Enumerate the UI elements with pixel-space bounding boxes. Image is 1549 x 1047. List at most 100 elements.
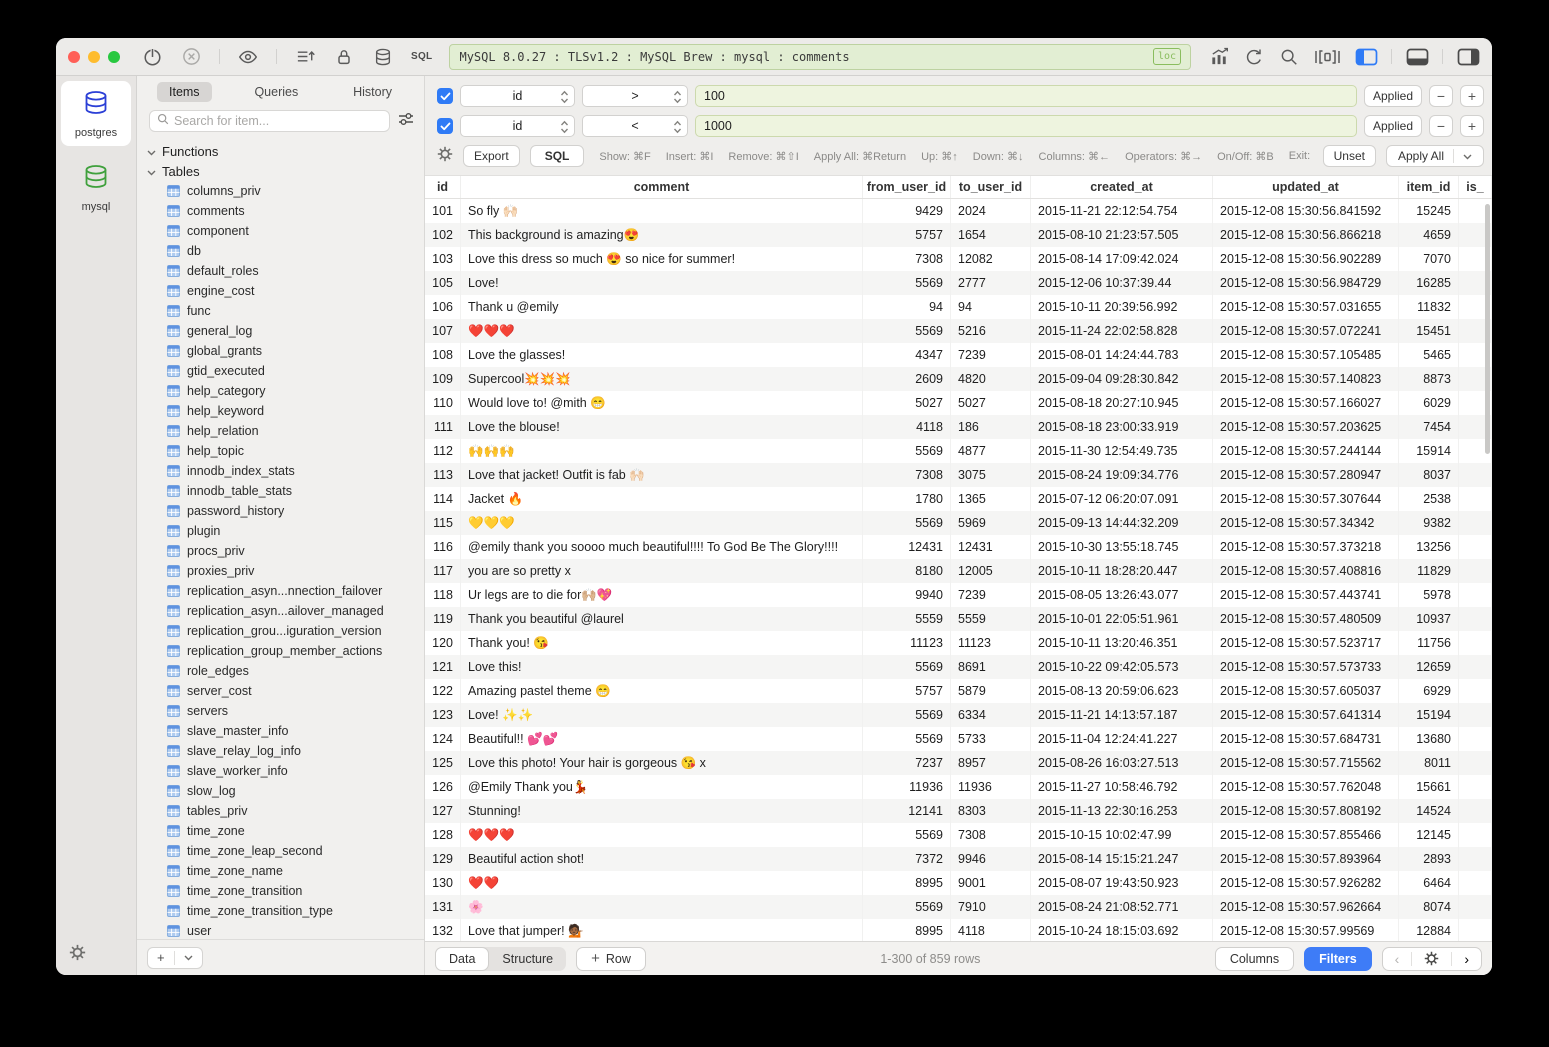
table-row-105[interactable]: 105Love!556927772015-12-06 10:37:39.4420… (425, 271, 1492, 295)
sidebar-item-slow_log[interactable]: slow_log (137, 781, 424, 801)
cell-updated_at[interactable]: 2015-12-08 15:30:57.280947 (1213, 463, 1399, 487)
column-header-item_id[interactable]: item_id (1399, 176, 1459, 198)
cell-comment[interactable]: This background is amazing😍 (461, 223, 863, 247)
sidebar-item-time_zone_name[interactable]: time_zone_name (137, 861, 424, 881)
cell-item_id[interactable]: 6464 (1399, 871, 1459, 895)
add-item-button[interactable]: + (147, 947, 203, 969)
cell-updated_at[interactable]: 2015-12-08 15:30:57.962664 (1213, 895, 1399, 919)
cell-is_[interactable] (1459, 607, 1492, 631)
cell-comment[interactable]: you are so pretty x (461, 559, 863, 583)
cell-comment[interactable]: Love the glasses! (461, 343, 863, 367)
cell-item_id[interactable]: 12145 (1399, 823, 1459, 847)
table-row-119[interactable]: 119Thank you beautiful @laurel5559555920… (425, 607, 1492, 631)
add-filter-button[interactable]: + (1460, 115, 1484, 137)
cell-comment[interactable]: Love the blouse! (461, 415, 863, 439)
cell-updated_at[interactable]: 2015-12-08 15:30:57.140823 (1213, 367, 1399, 391)
cell-comment[interactable]: Love this dress so much 😍 so nice for su… (461, 247, 863, 271)
vertical-scrollbar[interactable] (1485, 204, 1490, 454)
tab-structure[interactable]: Structure (489, 947, 566, 971)
cell-updated_at[interactable]: 2015-12-08 15:30:57.408816 (1213, 559, 1399, 583)
filter-value-input[interactable] (695, 115, 1357, 137)
cell-is_[interactable] (1459, 463, 1492, 487)
cell-item_id[interactable]: 6929 (1399, 679, 1459, 703)
cell-created_at[interactable]: 2015-11-21 22:12:54.754 (1031, 199, 1213, 223)
table-row-111[interactable]: 111Love the blouse!41181862015-08-18 23:… (425, 415, 1492, 439)
cell-item_id[interactable]: 13256 (1399, 535, 1459, 559)
sidebar-item-innodb_index_stats[interactable]: innodb_index_stats (137, 461, 424, 481)
cell-updated_at[interactable]: 2015-12-08 15:30:57.072241 (1213, 319, 1399, 343)
cell-id[interactable]: 101 (425, 199, 461, 223)
cell-updated_at[interactable]: 2015-12-08 15:30:56.984729 (1213, 271, 1399, 295)
cell-comment[interactable]: Thank u @emily (461, 295, 863, 319)
connection-postgres[interactable]: postgres (61, 81, 131, 146)
cell-comment[interactable]: Jacket 🔥 (461, 487, 863, 511)
table-row-115[interactable]: 115💛💛💛556959692015-09-13 14:44:32.209201… (425, 511, 1492, 535)
cell-updated_at[interactable]: 2015-12-08 15:30:57.523717 (1213, 631, 1399, 655)
cell-to_user_id[interactable]: 6334 (951, 703, 1031, 727)
cell-is_[interactable] (1459, 583, 1492, 607)
cell-to_user_id[interactable]: 8691 (951, 655, 1031, 679)
cell-from_user_id[interactable]: 11936 (863, 775, 951, 799)
sidebar-item-slave_worker_info[interactable]: slave_worker_info (137, 761, 424, 781)
cell-from_user_id[interactable]: 5569 (863, 511, 951, 535)
sidebar-item-help_keyword[interactable]: help_keyword (137, 401, 424, 421)
apply-all-button[interactable]: Apply All (1386, 145, 1484, 167)
tab-items[interactable]: Items (157, 82, 212, 102)
table-row-129[interactable]: 129Beautiful action shot!737299462015-08… (425, 847, 1492, 871)
table-row-108[interactable]: 108Love the glasses!434772392015-08-01 1… (425, 343, 1492, 367)
cell-comment[interactable]: Ur legs are to die for🙌🏼💖 (461, 583, 863, 607)
sidebar-item-procs_priv[interactable]: procs_priv (137, 541, 424, 561)
cell-from_user_id[interactable]: 7308 (863, 247, 951, 271)
table-row-106[interactable]: 106Thank u @emily94942015-10-11 20:39:56… (425, 295, 1492, 319)
cell-item_id[interactable]: 2893 (1399, 847, 1459, 871)
cell-to_user_id[interactable]: 12005 (951, 559, 1031, 583)
cell-comment[interactable]: Beautiful!! 💕💕 (461, 727, 863, 751)
cell-created_at[interactable]: 2015-08-18 20:27:10.945 (1031, 391, 1213, 415)
cell-created_at[interactable]: 2015-11-27 10:58:46.792 (1031, 775, 1213, 799)
cell-to_user_id[interactable]: 11123 (951, 631, 1031, 655)
cell-to_user_id[interactable]: 9001 (951, 871, 1031, 895)
cell-id[interactable]: 128 (425, 823, 461, 847)
remove-filter-button[interactable]: − (1429, 115, 1453, 137)
cell-comment[interactable]: @emily thank you soooo much beautiful!!!… (461, 535, 863, 559)
cell-created_at[interactable]: 2015-09-04 09:28:30.842 (1031, 367, 1213, 391)
table-row-124[interactable]: 124Beautiful!! 💕💕556957332015-11-04 12:2… (425, 727, 1492, 751)
cell-is_[interactable] (1459, 775, 1492, 799)
cell-from_user_id[interactable]: 2609 (863, 367, 951, 391)
table-row-117[interactable]: 117you are so pretty x8180120052015-10-1… (425, 559, 1492, 583)
cell-to_user_id[interactable]: 5559 (951, 607, 1031, 631)
cell-is_[interactable] (1459, 679, 1492, 703)
sidebar-item-tables_priv[interactable]: tables_priv (137, 801, 424, 821)
cell-created_at[interactable]: 2015-10-01 22:05:51.961 (1031, 607, 1213, 631)
cell-updated_at[interactable]: 2015-12-08 15:30:57.573733 (1213, 655, 1399, 679)
cell-item_id[interactable]: 12659 (1399, 655, 1459, 679)
cell-from_user_id[interactable]: 5027 (863, 391, 951, 415)
cell-created_at[interactable]: 2015-11-04 12:24:41.227 (1031, 727, 1213, 751)
cell-id[interactable]: 105 (425, 271, 461, 295)
sidebar-item-time_zone_transition_type[interactable]: time_zone_transition_type (137, 901, 424, 921)
add-row-button[interactable]: + Row (576, 947, 646, 971)
cell-comment[interactable]: ❤️❤️❤️ (461, 319, 863, 343)
filter-enabled-checkbox[interactable] (437, 118, 453, 134)
table-row-114[interactable]: 114Jacket 🔥178013652015-07-12 06:20:07.0… (425, 487, 1492, 511)
toggle-left-panel-icon[interactable] (1354, 46, 1378, 68)
cell-item_id[interactable]: 15661 (1399, 775, 1459, 799)
cell-from_user_id[interactable]: 8180 (863, 559, 951, 583)
cell-item_id[interactable]: 5978 (1399, 583, 1459, 607)
cell-id[interactable]: 112 (425, 439, 461, 463)
tab-history[interactable]: History (341, 82, 404, 102)
cell-from_user_id[interactable]: 5569 (863, 655, 951, 679)
column-header-comment[interactable]: comment (461, 176, 863, 198)
cell-comment[interactable]: Beautiful action shot! (461, 847, 863, 871)
cell-comment[interactable]: Love that jumper! 💁🏾 (461, 919, 863, 941)
tree-group-tables[interactable]: Tables (137, 161, 424, 181)
sidebar-item-password_history[interactable]: password_history (137, 501, 424, 521)
table-row-113[interactable]: 113Love that jacket! Outfit is fab 🙌🏻730… (425, 463, 1492, 487)
sql-button[interactable]: SQL (530, 145, 585, 167)
sidebar-item-replication_asynnnection_failover[interactable]: replication_asyn...nnection_failover (137, 581, 424, 601)
cell-item_id[interactable]: 15451 (1399, 319, 1459, 343)
cell-created_at[interactable]: 2015-09-13 14:44:32.209 (1031, 511, 1213, 535)
cell-from_user_id[interactable]: 5569 (863, 319, 951, 343)
cell-item_id[interactable]: 15245 (1399, 199, 1459, 223)
cell-created_at[interactable]: 2015-11-13 22:30:16.253 (1031, 799, 1213, 823)
